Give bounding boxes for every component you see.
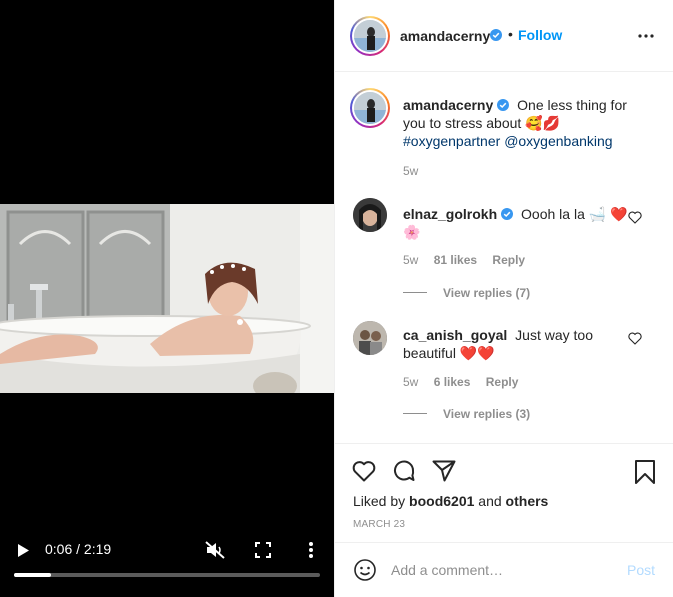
caption-hashtag[interactable]: #oxygenpartner xyxy=(403,133,500,149)
comment-meta: 5w 81 likes Reply xyxy=(403,253,537,267)
comment-timestamp[interactable]: 5w xyxy=(403,375,418,389)
view-replies-label: View replies (3) xyxy=(443,407,531,421)
more-options-icon[interactable] xyxy=(303,540,319,560)
post-date[interactable]: MARCH 23 xyxy=(353,519,405,530)
add-comment-bar: Post xyxy=(335,542,673,597)
replies-divider-line xyxy=(403,413,427,414)
avatar-image xyxy=(354,20,386,52)
verified-badge-icon xyxy=(497,99,510,111)
video-frame[interactable] xyxy=(0,204,334,393)
reply-button[interactable]: Reply xyxy=(492,253,525,267)
liked-by-others[interactable]: others xyxy=(506,493,549,509)
avatar-image xyxy=(354,92,386,124)
caption-username[interactable]: amandacerny xyxy=(403,97,493,113)
video-still-image xyxy=(0,204,334,393)
caption-text-block: amandacerny One less thing for you to st… xyxy=(403,96,653,150)
liked-by-prefix: Liked by xyxy=(353,493,406,509)
avatar-image xyxy=(353,198,387,232)
liked-by-text: Liked by bood6201 and others xyxy=(353,493,548,509)
video-time: 0:06 / 2:19 xyxy=(45,541,112,557)
author-username[interactable]: amandacerny xyxy=(400,28,490,44)
liked-by-user[interactable]: bood6201 xyxy=(409,493,474,509)
commenter-username[interactable]: elnaz_golrokh xyxy=(403,206,497,222)
video-progress-fill xyxy=(14,573,51,577)
emoji-smiley-icon[interactable] xyxy=(354,559,376,581)
commenter-avatar[interactable] xyxy=(353,198,387,232)
view-replies-button[interactable]: View replies (3) xyxy=(403,407,530,421)
post-comment-button[interactable]: Post xyxy=(627,562,655,578)
add-comment-input[interactable] xyxy=(391,560,611,580)
share-paper-plane-icon[interactable] xyxy=(432,460,456,482)
reply-button[interactable]: Reply xyxy=(486,375,519,389)
like-comment-heart-icon[interactable] xyxy=(628,211,642,224)
video-controls: 0:06 / 2:19 xyxy=(0,535,334,565)
comment-text-block: ca_anish_goyal Just way too beautiful ❤️… xyxy=(403,326,633,362)
commenter-username[interactable]: ca_anish_goyal xyxy=(403,327,507,343)
video-player[interactable]: 0:06 / 2:19 xyxy=(0,0,334,597)
muted-speaker-icon[interactable] xyxy=(205,541,225,559)
comment-likes[interactable]: 6 likes xyxy=(434,375,471,389)
more-options-icon[interactable] xyxy=(637,28,655,44)
caption-author-avatar[interactable] xyxy=(350,88,390,128)
comment-bubble-icon[interactable] xyxy=(392,459,416,483)
comment-timestamp[interactable]: 5w xyxy=(403,253,418,267)
caption-timestamp[interactable]: 5w xyxy=(403,164,418,178)
verified-badge-icon xyxy=(501,208,514,220)
avatar-image xyxy=(353,321,387,355)
view-replies-label: View replies (7) xyxy=(443,286,531,300)
play-icon[interactable] xyxy=(17,544,29,557)
comment-text-block: elnaz_golrokh Oooh la la 🛁 ❤️🌸 xyxy=(403,205,633,241)
like-heart-icon[interactable] xyxy=(352,460,376,482)
author-avatar[interactable] xyxy=(350,16,390,56)
commenter-avatar[interactable] xyxy=(353,321,387,355)
replies-divider-line xyxy=(403,292,427,293)
like-comment-heart-icon[interactable] xyxy=(628,332,642,345)
save-bookmark-icon[interactable] xyxy=(634,459,656,485)
follow-button[interactable]: Follow xyxy=(518,27,562,43)
liked-by-conjunction: and xyxy=(478,493,502,509)
view-replies-button[interactable]: View replies (7) xyxy=(403,286,530,300)
comment-meta: 5w 6 likes Reply xyxy=(403,375,530,389)
comment-likes[interactable]: 81 likes xyxy=(434,253,477,267)
caption-mention[interactable]: @oxygenbanking xyxy=(504,133,612,149)
post-side-panel: amandacerny • Follow amandacerny One les… xyxy=(334,0,673,597)
header-separator: • xyxy=(508,26,513,42)
video-progress-bar[interactable] xyxy=(14,573,320,577)
verified-badge-icon xyxy=(490,29,502,41)
post-header: amandacerny • Follow xyxy=(335,0,673,72)
fullscreen-icon[interactable] xyxy=(255,542,271,558)
